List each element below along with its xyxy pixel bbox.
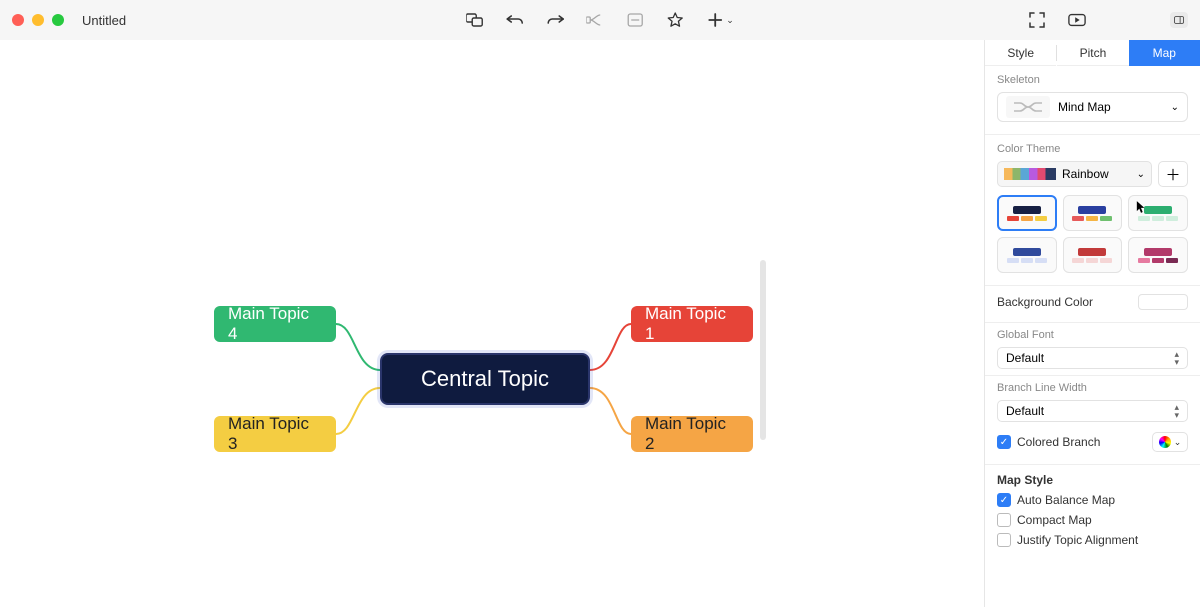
label-colored-branch: Colored Branch	[1017, 435, 1100, 449]
branch-width-select[interactable]: Default ▴▾	[997, 400, 1188, 422]
central-topic[interactable]: Central Topic	[380, 353, 590, 405]
theme-preset-6[interactable]	[1128, 237, 1188, 273]
maximize-window[interactable]	[52, 14, 64, 26]
main-topic-2[interactable]: Main Topic 2	[631, 416, 753, 452]
theme-presets	[997, 195, 1188, 273]
label-background: Background Color	[997, 295, 1093, 309]
label-auto-balance: Auto Balance Map	[1017, 493, 1115, 507]
plus-icon	[706, 12, 724, 28]
relationship-icon[interactable]	[586, 12, 604, 28]
summary-icon[interactable]	[626, 12, 644, 28]
undo-icon[interactable]	[506, 12, 524, 28]
theme-preset-4[interactable]	[997, 237, 1057, 273]
color-theme-select[interactable]: Rainbow ⌄	[997, 161, 1152, 187]
window-controls	[12, 14, 64, 26]
format-panel: Style Pitch Map Skeleton Mind Map ⌄ Colo…	[984, 40, 1200, 607]
global-font-value: Default	[1006, 351, 1044, 365]
document-title: Untitled	[82, 13, 126, 28]
tab-pitch[interactable]: Pitch	[1057, 40, 1128, 66]
theme-preset-1[interactable]	[997, 195, 1057, 231]
insert-dropdown[interactable]: ⌄	[706, 12, 734, 28]
branch-width-value: Default	[1006, 404, 1044, 418]
colored-branch-checkbox[interactable]: ✓	[997, 435, 1011, 449]
chevron-down-icon: ⌄	[1171, 102, 1179, 113]
label-branch-width: Branch Line Width	[997, 382, 1188, 394]
tab-style[interactable]: Style	[985, 40, 1056, 66]
scrollbar[interactable]	[760, 260, 766, 440]
toolbar-center: ⌄	[466, 12, 734, 28]
chevron-down-icon: ⌄	[726, 15, 734, 26]
fullscreen-icon[interactable]	[1028, 12, 1046, 28]
section-branch-width: Branch Line Width Default ▴▾ ✓ Colored B…	[985, 376, 1200, 465]
skeleton-value: Mind Map	[1058, 100, 1111, 114]
label-global-font: Global Font	[997, 329, 1188, 341]
auto-balance-checkbox[interactable]: ✓	[997, 493, 1011, 507]
main-topic-1[interactable]: Main Topic 1	[631, 306, 753, 342]
stepper-icon: ▴▾	[1174, 350, 1179, 366]
section-color-theme: Color Theme Rainbow ⌄ ＋	[985, 135, 1200, 286]
global-font-select[interactable]: Default ▴▾	[997, 347, 1188, 369]
redo-icon[interactable]	[546, 12, 564, 28]
theme-preset-5[interactable]	[1063, 237, 1123, 273]
justify-alignment-checkbox[interactable]	[997, 533, 1011, 547]
section-background: Background Color	[985, 286, 1200, 323]
minimize-window[interactable]	[32, 14, 44, 26]
star-icon[interactable]	[666, 12, 684, 28]
color-wheel-icon	[1159, 436, 1171, 448]
heading-map-style: Map Style	[997, 473, 1188, 487]
section-skeleton: Skeleton Mind Map ⌄	[985, 66, 1200, 135]
chevron-down-icon: ⌄	[1137, 169, 1145, 180]
toolbar-right	[1028, 12, 1188, 28]
tab-map[interactable]: Map	[1129, 40, 1200, 66]
topic-icon[interactable]	[466, 12, 484, 28]
section-map-style: Map Style ✓ Auto Balance Map Compact Map…	[985, 465, 1200, 559]
branch-lines	[0, 40, 984, 607]
theme-preset-2[interactable]	[1063, 195, 1123, 231]
rainbow-swatch-icon	[1004, 168, 1056, 180]
titlebar: Untitled ⌄	[0, 0, 1200, 40]
theme-preset-3[interactable]	[1128, 195, 1188, 231]
section-global-font: Global Font Default ▴▾	[985, 323, 1200, 376]
mindmap-shape-icon	[1006, 96, 1050, 118]
branch-color-picker[interactable]: ⌄	[1152, 432, 1188, 452]
main-topic-4[interactable]: Main Topic 4	[214, 306, 336, 342]
play-icon[interactable]	[1068, 12, 1086, 28]
label-color-theme: Color Theme	[997, 143, 1188, 155]
chevron-down-icon: ⌄	[1174, 437, 1182, 448]
background-color-swatch[interactable]	[1138, 294, 1188, 310]
color-theme-value: Rainbow	[1062, 167, 1109, 181]
label-compact-map: Compact Map	[1017, 513, 1092, 527]
panel-tabs: Style Pitch Map	[985, 40, 1200, 66]
panel-toggle-icon[interactable]	[1170, 12, 1188, 28]
stepper-icon: ▴▾	[1174, 403, 1179, 419]
compact-map-checkbox[interactable]	[997, 513, 1011, 527]
main-topic-3[interactable]: Main Topic 3	[214, 416, 336, 452]
label-skeleton: Skeleton	[997, 74, 1188, 86]
canvas[interactable]: Central Topic Main Topic 1 Main Topic 2 …	[0, 40, 984, 607]
close-window[interactable]	[12, 14, 24, 26]
skeleton-select[interactable]: Mind Map ⌄	[997, 92, 1188, 122]
label-justify: Justify Topic Alignment	[1017, 533, 1138, 547]
add-color-theme-button[interactable]: ＋	[1158, 161, 1188, 187]
